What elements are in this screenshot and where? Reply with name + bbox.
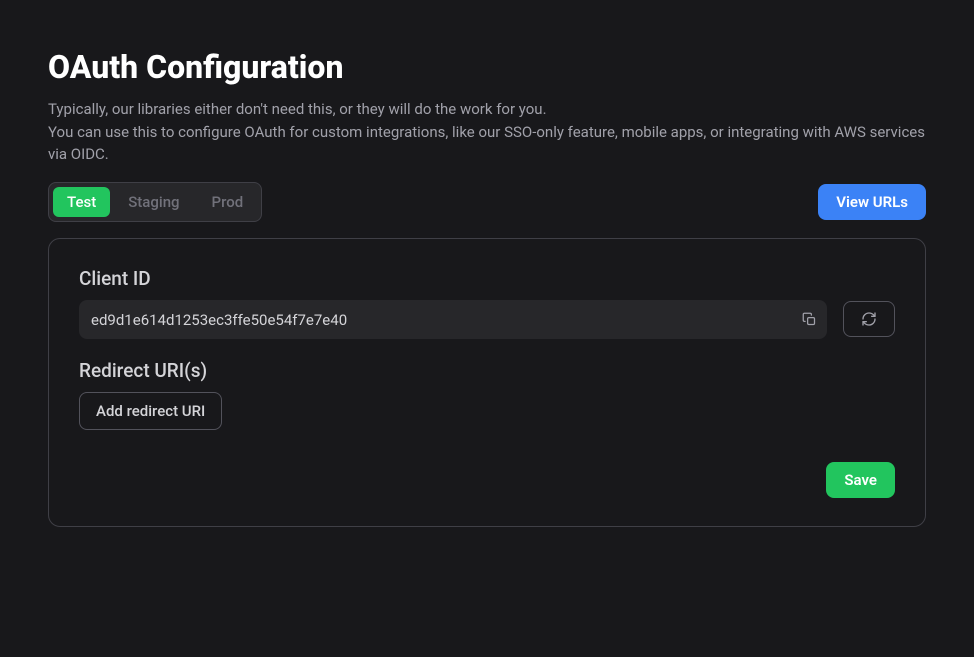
regenerate-button[interactable]	[843, 301, 895, 337]
client-id-label: Client ID	[79, 267, 895, 290]
description-line-2: You can use this to configure OAuth for …	[48, 123, 925, 164]
page-title: OAuth Configuration	[48, 48, 926, 86]
tab-test[interactable]: Test	[53, 187, 110, 217]
save-row: Save	[79, 462, 895, 498]
redirect-uris-label: Redirect URI(s)	[79, 359, 895, 382]
config-panel: Client ID ed9d1e614d1253ec3ffe50e54f7e7e…	[48, 238, 926, 527]
environment-tabs: Test Staging Prod	[48, 182, 262, 222]
refresh-icon	[861, 311, 877, 327]
toolbar-row: Test Staging Prod View URLs	[48, 182, 926, 222]
add-redirect-uri-button[interactable]: Add redirect URI	[79, 392, 222, 430]
client-id-value: ed9d1e614d1253ec3ffe50e54f7e7e40	[91, 311, 347, 329]
view-urls-button[interactable]: View URLs	[818, 184, 926, 220]
page-description: Typically, our libraries either don't ne…	[48, 98, 926, 166]
client-id-field: ed9d1e614d1253ec3ffe50e54f7e7e40	[79, 300, 827, 339]
save-button[interactable]: Save	[826, 462, 895, 498]
client-id-row: ed9d1e614d1253ec3ffe50e54f7e7e40	[79, 300, 895, 339]
description-line-1: Typically, our libraries either don't ne…	[48, 100, 547, 118]
copy-icon[interactable]	[801, 311, 817, 327]
tab-staging[interactable]: Staging	[114, 187, 193, 217]
tab-prod[interactable]: Prod	[198, 187, 258, 217]
